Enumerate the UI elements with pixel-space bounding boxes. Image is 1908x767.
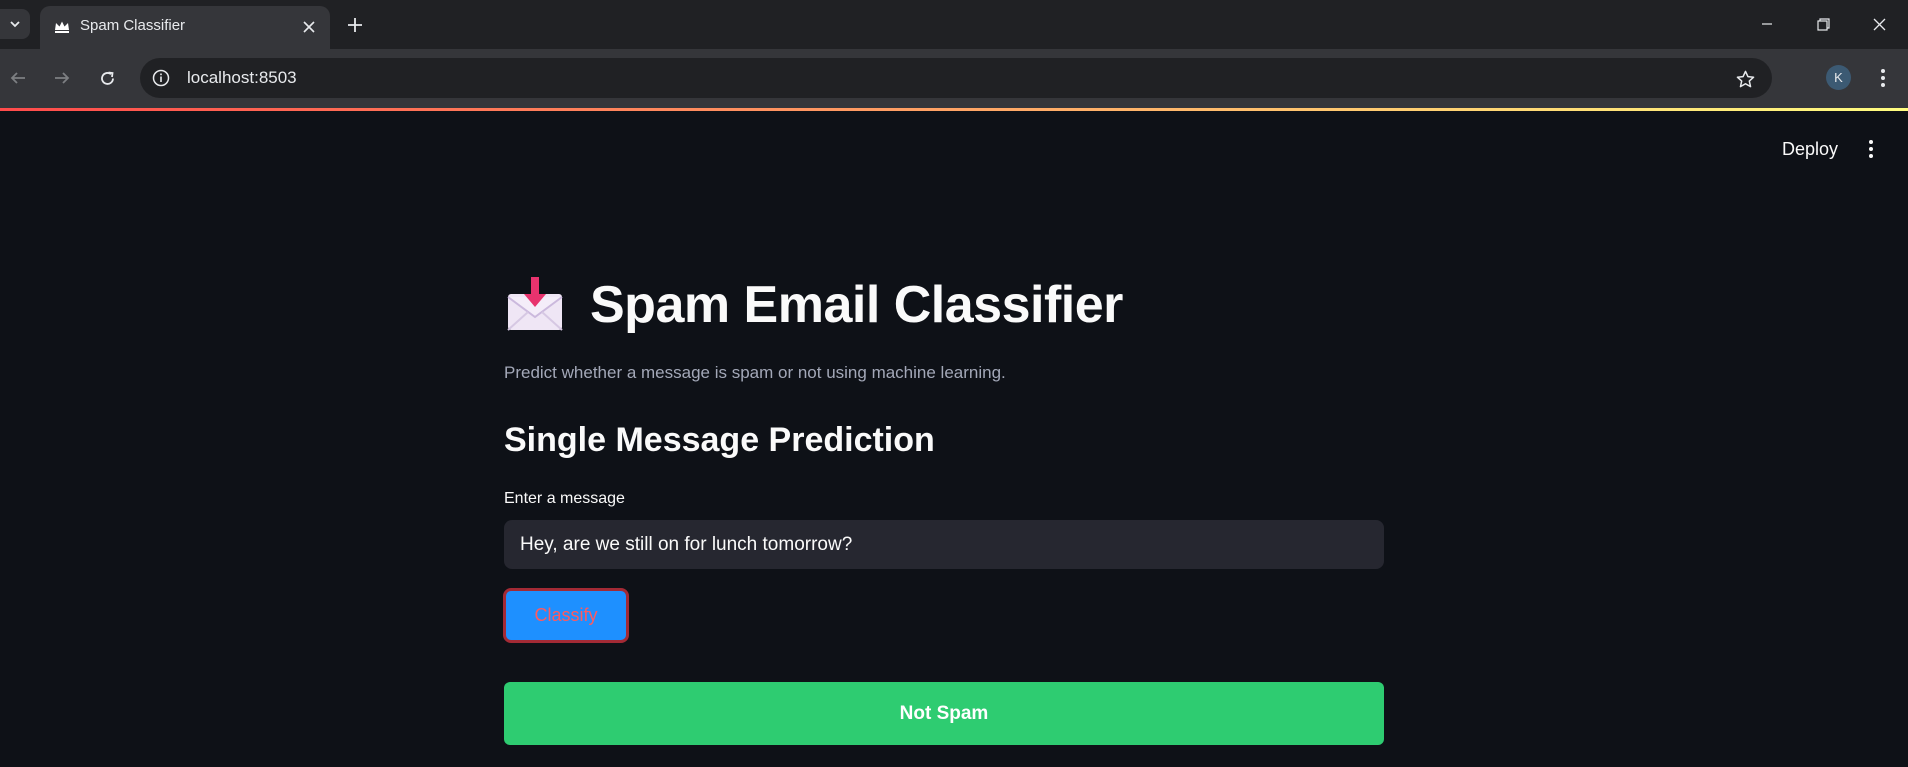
kebab-menu-icon (1881, 69, 1885, 87)
tab-title: Spam Classifier (80, 17, 186, 34)
url-text: localhost:8503 (187, 68, 297, 87)
new-tab-button[interactable] (341, 11, 369, 39)
message-input[interactable] (504, 520, 1384, 569)
chevron-down-icon (10, 21, 20, 28)
browser-tab-active[interactable]: Spam Classifier (40, 6, 330, 49)
back-button[interactable] (3, 63, 33, 93)
incoming-envelope-icon (507, 277, 563, 331)
minimize-button[interactable] (1750, 10, 1784, 38)
info-icon (152, 69, 170, 87)
close-icon (303, 21, 315, 33)
kebab-menu-icon (1869, 140, 1873, 158)
page-title: Spam Email Classifier (590, 276, 1123, 334)
tab-close-button[interactable] (298, 16, 320, 38)
address-bar[interactable]: localhost:8503 (140, 58, 1772, 98)
browser-tabstrip: Spam Classifier (0, 0, 1908, 49)
star-icon (1736, 70, 1754, 87)
classify-button[interactable]: Classify (503, 588, 629, 643)
page-title-row: Spam Email Classifier (504, 270, 1123, 340)
bookmark-button[interactable] (1732, 66, 1758, 92)
close-window-button[interactable] (1862, 10, 1896, 38)
app-main-menu-button[interactable] (1860, 134, 1882, 164)
restore-button[interactable] (1806, 10, 1840, 38)
app-decoration-bar (0, 108, 1908, 111)
plus-icon (348, 18, 362, 32)
arrow-right-icon (55, 72, 70, 84)
forward-button[interactable] (47, 63, 77, 93)
browser-menu-button[interactable] (1870, 63, 1896, 93)
browser-toolbar: localhost:8503 K (0, 49, 1908, 108)
reload-button[interactable] (92, 63, 122, 93)
minimize-icon (1762, 23, 1772, 25)
tab-search-button[interactable] (0, 9, 30, 39)
section-header: Single Message Prediction (504, 421, 935, 459)
streamlit-crown-icon (55, 21, 69, 33)
profile-avatar[interactable]: K (1826, 65, 1851, 90)
restore-icon (1816, 17, 1830, 31)
prediction-result-banner: Not Spam (504, 682, 1384, 745)
close-icon (1873, 18, 1885, 30)
reload-icon (100, 71, 114, 85)
page-subtitle: Predict whether a message is spam or not… (504, 363, 1006, 382)
site-info-button[interactable] (148, 65, 174, 91)
deploy-button[interactable]: Deploy (1770, 134, 1850, 164)
message-input-label: Enter a message (504, 490, 625, 507)
arrow-left-icon (10, 72, 25, 84)
